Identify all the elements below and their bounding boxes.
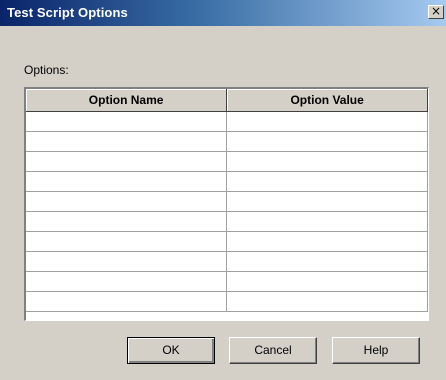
option-value-cell[interactable]	[226, 111, 428, 132]
option-value-cell[interactable]	[226, 191, 428, 212]
close-button[interactable]: ×	[428, 5, 444, 19]
table-row[interactable]	[26, 211, 428, 232]
options-label: Options:	[24, 63, 69, 77]
options-grid-header: Option Name Option Value	[26, 89, 428, 112]
title-bar[interactable]: Test Script Options ×	[0, 0, 446, 26]
option-value-cell[interactable]	[226, 291, 428, 312]
option-name-cell[interactable]	[26, 271, 228, 292]
option-value-cell[interactable]	[226, 251, 428, 272]
option-value-cell[interactable]	[226, 231, 428, 252]
close-icon: ×	[430, 4, 442, 18]
option-value-cell[interactable]	[226, 171, 428, 192]
table-row[interactable]	[26, 291, 428, 312]
table-row[interactable]	[26, 111, 428, 132]
option-name-cell[interactable]	[26, 151, 228, 172]
column-header-option-value[interactable]: Option Value	[226, 89, 428, 112]
option-name-cell[interactable]	[26, 111, 228, 132]
option-name-cell[interactable]	[26, 251, 228, 272]
option-value-cell[interactable]	[226, 211, 428, 232]
option-value-cell[interactable]	[226, 131, 428, 152]
option-value-cell[interactable]	[226, 271, 428, 292]
option-name-cell[interactable]	[26, 291, 228, 312]
table-row[interactable]	[26, 271, 428, 292]
option-name-cell[interactable]	[26, 211, 228, 232]
option-name-cell[interactable]	[26, 131, 228, 152]
option-name-cell[interactable]	[26, 171, 228, 192]
column-header-option-name[interactable]: Option Name	[26, 89, 228, 112]
help-button[interactable]: Help	[332, 337, 420, 364]
ok-button[interactable]: OK	[127, 337, 215, 364]
window-title: Test Script Options	[7, 5, 128, 20]
test-script-options-dialog: Test Script Options × Options: Option Na…	[0, 0, 446, 380]
table-row[interactable]	[26, 251, 428, 272]
options-grid[interactable]: Option Name Option Value	[24, 87, 429, 321]
table-row[interactable]	[26, 191, 428, 212]
cancel-button[interactable]: Cancel	[229, 337, 317, 364]
option-name-cell[interactable]	[26, 231, 228, 252]
option-name-cell[interactable]	[26, 191, 228, 212]
table-row[interactable]	[26, 171, 428, 192]
table-row[interactable]	[26, 131, 428, 152]
table-row[interactable]	[26, 231, 428, 252]
option-value-cell[interactable]	[226, 151, 428, 172]
table-row[interactable]	[26, 151, 428, 172]
